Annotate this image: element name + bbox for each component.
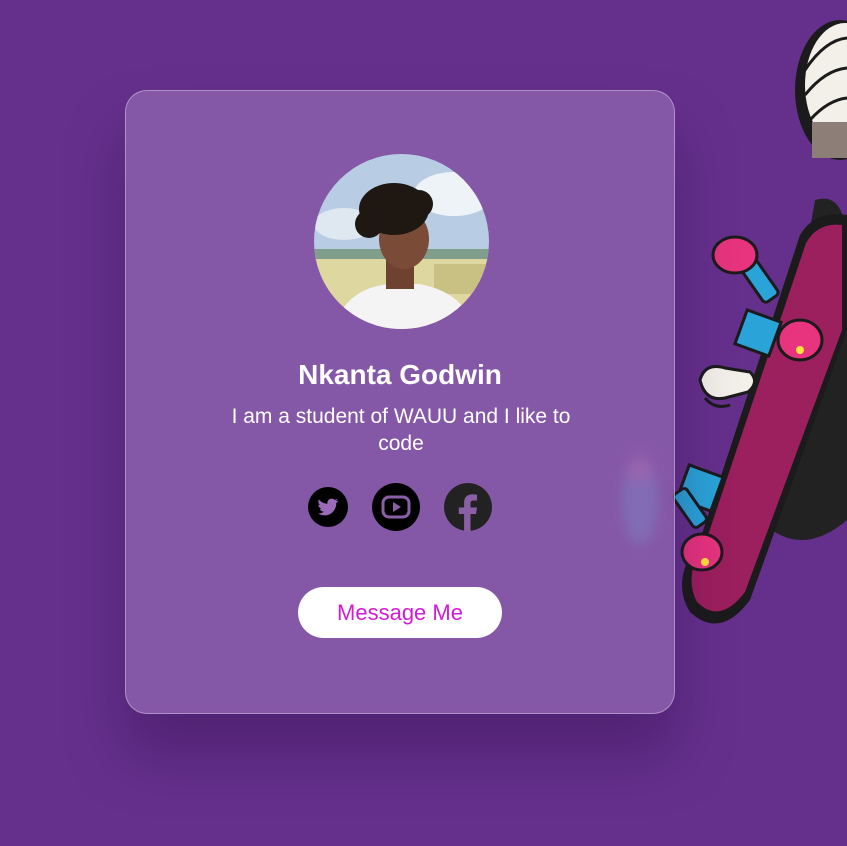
profile-bio: I am a student of WAUU and I like to cod… xyxy=(231,405,571,455)
profile-card: Nkanta Godwin I am a student of WAUU and… xyxy=(125,90,675,714)
avatar xyxy=(314,154,489,329)
twitter-icon xyxy=(308,487,348,527)
facebook-link[interactable] xyxy=(443,482,493,537)
profile-name: Nkanta Godwin xyxy=(298,359,502,390)
youtube-link[interactable] xyxy=(371,482,421,537)
social-links xyxy=(126,482,674,537)
message-me-button[interactable]: Message Me xyxy=(298,587,502,638)
helmet-shape xyxy=(795,20,847,160)
twitter-link[interactable] xyxy=(307,486,349,533)
youtube-icon xyxy=(372,483,420,531)
facebook-icon xyxy=(444,483,492,532)
